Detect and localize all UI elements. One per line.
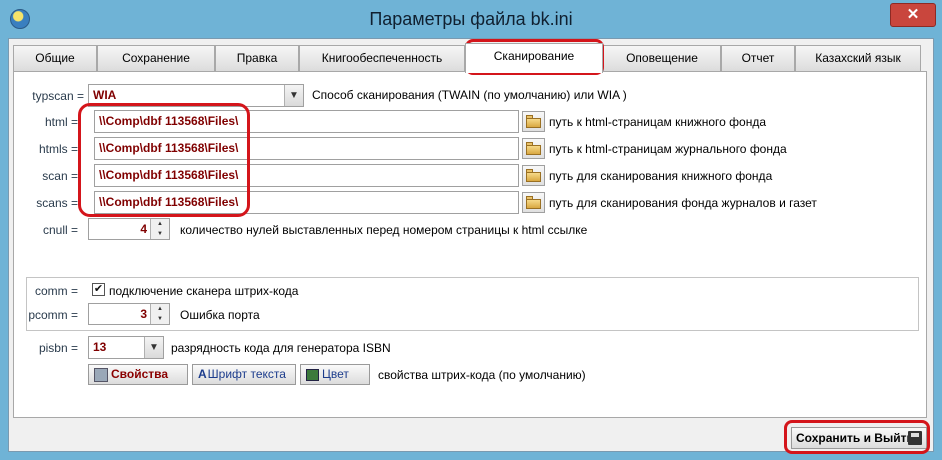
pisbn-value: 13 bbox=[93, 340, 107, 354]
tab-scanning[interactable]: Сканирование bbox=[465, 43, 603, 73]
close-button[interactable]: ✕ bbox=[890, 3, 936, 27]
highlight-save-button bbox=[784, 420, 930, 454]
barcode-font-button[interactable]: AШрифт текста bbox=[192, 364, 296, 385]
comm-desc: подключение сканера штрих-кода bbox=[109, 284, 299, 298]
folder-icon[interactable] bbox=[522, 165, 545, 186]
barcode-properties-label: Свойства bbox=[111, 367, 169, 381]
tab-save[interactable]: Сохранение bbox=[97, 45, 215, 71]
tab-notification[interactable]: Оповещение bbox=[603, 45, 721, 71]
pisbn-select[interactable]: 13 ▼ bbox=[88, 336, 164, 359]
tab-general[interactable]: Общие bbox=[13, 45, 97, 71]
folder-icon[interactable] bbox=[522, 192, 545, 213]
font-icon: A bbox=[198, 367, 207, 382]
scan-label: scan = bbox=[42, 169, 78, 183]
chevron-down-icon[interactable]: ▼ bbox=[284, 85, 303, 106]
html-desc: путь к html-страницам книжного фонда bbox=[549, 115, 767, 129]
tab-kazakh[interactable]: Казахский язык bbox=[795, 45, 921, 71]
highlight-path-values bbox=[78, 103, 250, 217]
tab-book-supply[interactable]: Книгообеспеченность bbox=[299, 45, 465, 71]
barcode-color-label: Цвет bbox=[322, 367, 349, 381]
scans-desc: путь для сканирования фонда журналов и г… bbox=[549, 196, 817, 210]
pisbn-label: pisbn = bbox=[38, 341, 78, 355]
spin-down-icon[interactable]: ▼ bbox=[151, 314, 169, 324]
pisbn-desc: разрядность кода для генератора ISBN bbox=[171, 341, 391, 355]
spin-down-icon[interactable]: ▼ bbox=[151, 229, 169, 239]
htmls-desc: путь к html-страницам журнального фонда bbox=[549, 142, 787, 156]
tab-edit[interactable]: Правка bbox=[215, 45, 299, 71]
htmls-label: htmls = bbox=[38, 142, 78, 156]
window-title: Параметры файла bk.ini bbox=[369, 9, 573, 29]
dialog-client: Общие Сохранение Правка Книгообеспеченно… bbox=[8, 38, 934, 452]
pcomm-stepper[interactable]: 3 ▲ ▼ bbox=[88, 303, 170, 325]
comm-label: comm = bbox=[34, 284, 78, 298]
html-label: html = bbox=[44, 115, 78, 129]
chevron-down-icon[interactable]: ▼ bbox=[144, 337, 163, 358]
color-icon bbox=[306, 368, 319, 381]
cnull-stepper[interactable]: 4 ▲ ▼ bbox=[88, 218, 170, 240]
pcomm-value: 3 bbox=[140, 307, 147, 321]
barcode-font-label: Шрифт текста bbox=[207, 367, 286, 381]
title-bar: Параметры файла bk.ini ✕ bbox=[0, 0, 942, 38]
cnull-value: 4 bbox=[140, 222, 147, 236]
folder-icon[interactable] bbox=[522, 138, 545, 159]
scan-desc: путь для сканирования книжного фонда bbox=[549, 169, 773, 183]
typscan-value: WIA bbox=[93, 88, 117, 102]
cnull-label: cnull = bbox=[42, 223, 78, 237]
spin-up-icon[interactable]: ▲ bbox=[151, 304, 169, 314]
properties-icon bbox=[94, 367, 108, 382]
typscan-label: typscan = bbox=[32, 89, 84, 103]
scans-label: scans = bbox=[36, 196, 78, 210]
barcode-color-button[interactable]: Цвет bbox=[300, 364, 370, 385]
typscan-desc: Способ сканирования (TWAIN (по умолчанию… bbox=[312, 88, 627, 102]
folder-icon[interactable] bbox=[522, 111, 545, 132]
barcode-properties-button[interactable]: Свойства bbox=[88, 364, 188, 385]
comm-checkbox[interactable]: ✔ bbox=[92, 283, 105, 296]
pcomm-label: pcomm = bbox=[28, 308, 78, 322]
tab-report[interactable]: Отчет bbox=[721, 45, 795, 71]
cnull-desc: количество нулей выставленных перед номе… bbox=[180, 223, 588, 237]
barcode-buttons-desc: свойства штрих-кода (по умолчанию) bbox=[378, 368, 586, 382]
spin-up-icon[interactable]: ▲ bbox=[151, 219, 169, 229]
pcomm-desc: Ошибка порта bbox=[180, 308, 260, 322]
